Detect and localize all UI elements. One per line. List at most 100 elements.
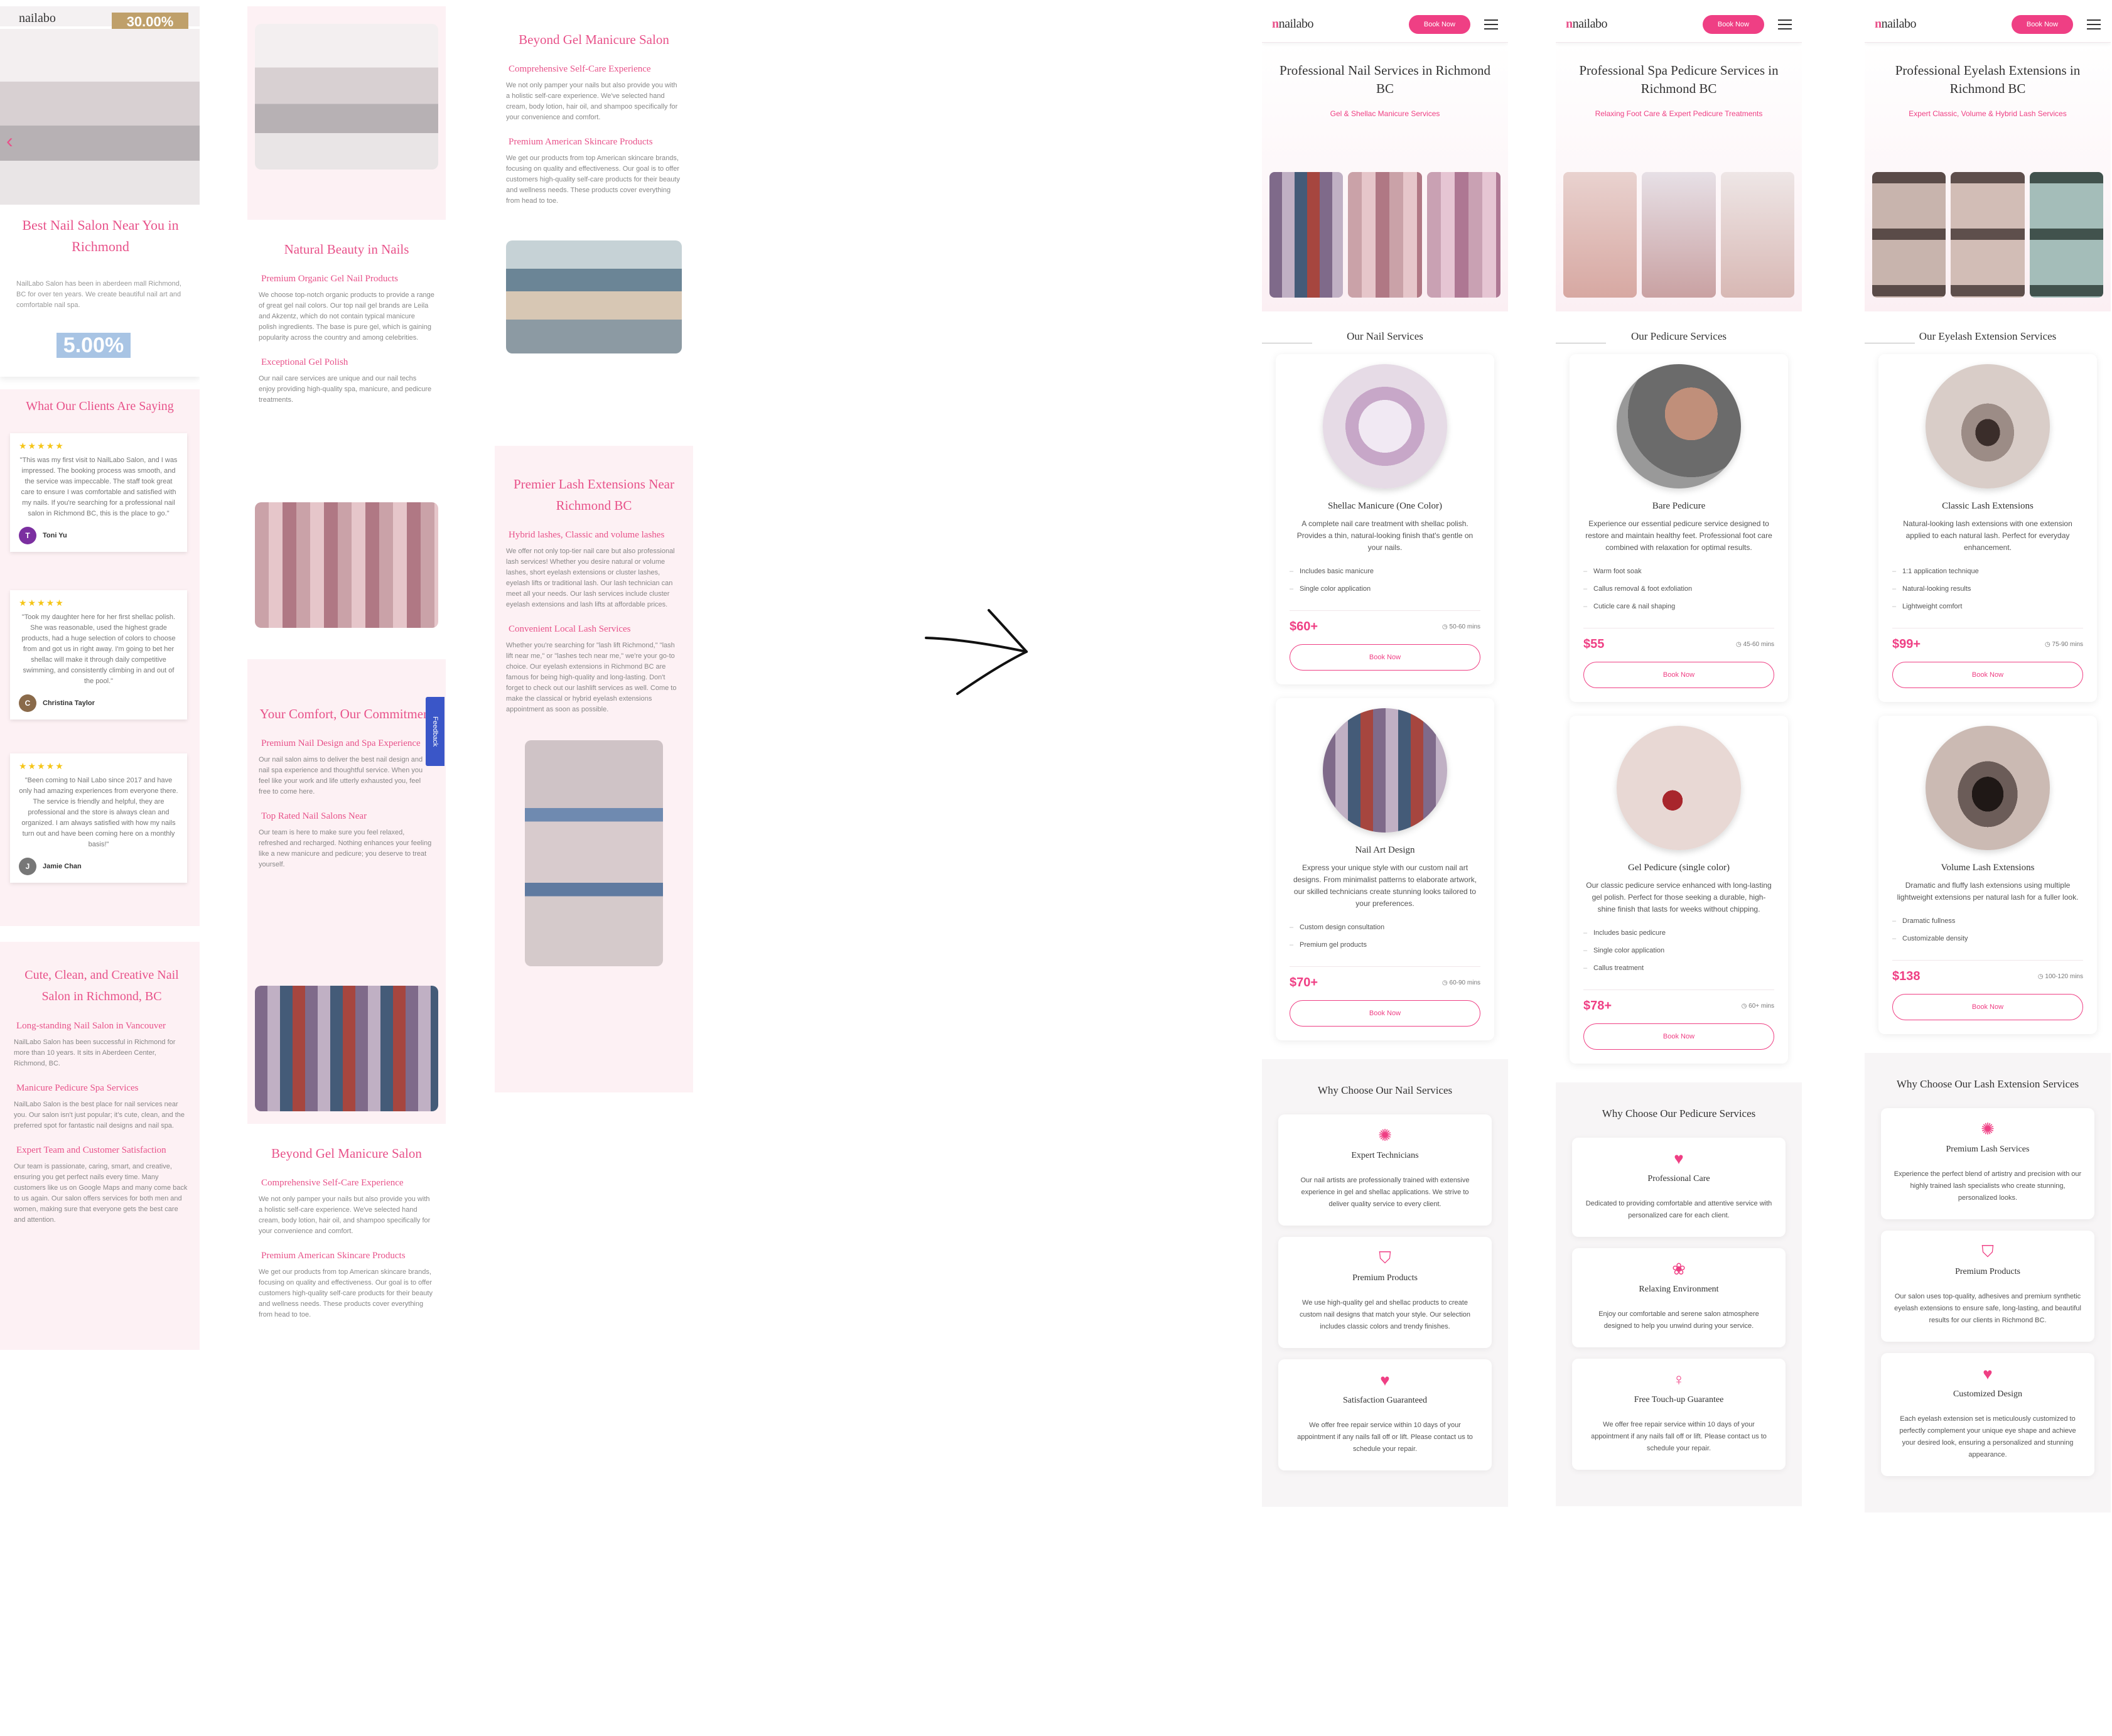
section-title: Your Comfort, Our Commitment — [259, 706, 434, 721]
block-text: Our nail salon aims to deliver the best … — [259, 756, 423, 795]
nail-colors-photo — [255, 502, 438, 628]
feature-item: Premium gel products — [1290, 936, 1480, 954]
gallery-photo[interactable] — [2029, 172, 2103, 298]
site-logo[interactable]: nnailabo — [1272, 17, 1409, 31]
book-now-button[interactable]: Book Now — [1892, 662, 2083, 688]
about-block: Manicure Pedicure Spa Services NailLabo … — [14, 1081, 190, 1131]
old-homepage-column-3: Beyond Gel Manicure Salon Comprehensive … — [495, 6, 693, 1092]
service-price: $70+ — [1290, 976, 1318, 989]
section-title: Our Eyelash Extension Services — [1865, 330, 2111, 343]
hero-section: Professional Nail Services in Richmond B… — [1262, 43, 1508, 311]
gallery-photo[interactable] — [1951, 172, 2025, 298]
feature-text: Dedicated to providing comfortable and a… — [1585, 1200, 1772, 1219]
clock-icon: ◷ — [1736, 641, 1743, 648]
book-now-button[interactable]: Book Now — [1583, 662, 1774, 688]
mobile-header: nnailabo Book Now — [1262, 6, 1508, 43]
service-description: A complete nail care treatment with shel… — [1296, 519, 1474, 552]
service-duration: ◷ 45-60 mins — [1736, 641, 1774, 648]
menu-icon[interactable] — [2087, 19, 2101, 30]
service-photo — [1323, 364, 1447, 488]
clock-icon: ◷ — [1741, 1003, 1749, 1010]
avatar: C — [19, 694, 36, 712]
block-text: We choose top-notch organic products to … — [259, 291, 434, 342]
testimonial-card: ★★★★★ "Been coming to Nail Labo since 20… — [10, 753, 187, 883]
service-card: Nail Art Design Express your unique styl… — [1276, 698, 1494, 1040]
feature-item: Lightweight comfort — [1892, 598, 2083, 615]
lash-photo — [525, 740, 663, 966]
old-homepage-column-1: nailabo 30.00% ‹ Best Nail Salon Near Yo… — [0, 6, 200, 1350]
service-photo — [1323, 708, 1447, 833]
feature-card: ♥ Customized Design Each eyelash extension… — [1881, 1353, 2094, 1476]
gallery-photo[interactable] — [1563, 172, 1637, 298]
testimonial-quote: "Been coming to Nail Labo since 2017 and… — [19, 777, 178, 848]
block-heading: Hybrid lashes, Classic and volume lashes — [509, 530, 665, 540]
beyond-gel-section: Beyond Gel Manicure Salon Comprehensive … — [495, 6, 693, 446]
reviewer-name: Toni Yu — [43, 532, 67, 539]
service-card: Bare Pedicure Experience our essential p… — [1570, 354, 1788, 702]
clock-icon: ◷ — [1442, 623, 1450, 630]
photo-gallery — [1269, 172, 1500, 298]
header-book-button[interactable]: Book Now — [1702, 14, 1764, 34]
gallery-photo[interactable] — [1642, 172, 1716, 298]
block-heading: Exceptional Gel Polish — [261, 357, 348, 367]
hero-section: Professional Spa Pedicure Services in Ri… — [1556, 43, 1802, 311]
logo-text: nailabo — [1572, 17, 1608, 31]
hero-section: nailabo 30.00% ‹ Best Nail Salon Near Yo… — [0, 6, 200, 377]
skincare-products-photo — [506, 240, 682, 353]
block-text: Our team is here to make sure you feel r… — [259, 829, 432, 868]
eyelash-services-mockup: nnailabo Book Now Professional Eyelash E… — [1865, 6, 2111, 1727]
service-card: Volume Lash Extensions Dramatic and fluf… — [1878, 716, 2097, 1034]
service-description: Express your unique style with our custo… — [1293, 863, 1477, 908]
site-logo[interactable]: nnailabo — [1875, 17, 2012, 31]
feature-text: Each eyelash extension set is meticulous… — [1899, 1415, 2076, 1458]
gallery-photo[interactable] — [1269, 172, 1344, 298]
site-logo[interactable]: nailabo — [19, 11, 56, 26]
book-now-button[interactable]: Book Now — [1583, 1023, 1774, 1050]
gallery-photo[interactable] — [1720, 172, 1794, 298]
book-now-button[interactable]: Book Now — [1290, 1000, 1480, 1027]
menu-icon[interactable] — [1778, 19, 1792, 30]
gallery-photo[interactable] — [1348, 172, 1422, 298]
testimonial-card: ★★★★★ "Took my daughter here for her fir… — [10, 590, 187, 720]
menu-icon[interactable] — [1484, 19, 1498, 30]
rating-stars: ★★★★★ — [19, 598, 65, 608]
service-photo — [1617, 364, 1741, 488]
header-book-button[interactable]: Book Now — [2011, 14, 2073, 34]
about-block: Long-standing Nail Salon in Vancouver Na… — [14, 1018, 190, 1069]
block-heading: Premium Organic Gel Nail Products — [261, 274, 399, 284]
comfort-section: Your Comfort, Our Commitment Premium Nai… — [247, 659, 446, 1124]
site-logo[interactable]: nnailabo — [1566, 17, 1703, 31]
reviewer-name: Christina Taylor — [43, 699, 95, 707]
testimonial-card: ★★★★★ "This was my first visit to NailLa… — [10, 433, 187, 552]
feature-title: Premium Products — [1955, 1267, 2020, 1276]
feature-item: Natural-looking results — [1892, 580, 2083, 598]
header-book-button[interactable]: Book Now — [1408, 14, 1470, 34]
block-heading: Convenient Local Lash Services — [509, 624, 631, 634]
feature-card: ⛉ Premium Products Our salon uses top-qual… — [1881, 1231, 2094, 1342]
feature-text: Our salon uses top-quality, adhesives an… — [1894, 1293, 2081, 1324]
section-title: Beyond Gel Manicure Salon — [519, 32, 669, 47]
hero-section: Professional Eyelash Extensions in Richm… — [1865, 43, 2111, 311]
chevron-left-icon[interactable]: ‹ — [6, 129, 13, 153]
about-title: Cute, Clean, and Creative Nail Salon in … — [24, 968, 179, 1003]
feature-item: Callus removal & foot exfoliation — [1583, 580, 1774, 598]
feature-title: Premium Products — [1352, 1273, 1418, 1283]
service-description: Experience our essential pedicure servic… — [1585, 519, 1772, 552]
book-now-button[interactable]: Book Now — [1290, 644, 1480, 671]
natural-beauty-section: Natural Beauty in Nails Premium Organic … — [247, 220, 446, 659]
reviewer-name: Jamie Chan — [43, 863, 82, 870]
block-text: We get our products from top American sk… — [506, 154, 680, 205]
gallery-photo[interactable] — [1872, 172, 1946, 298]
service-price: $78+ — [1583, 999, 1612, 1013]
page-title: Professional Spa Pedicure Services in Ri… — [1579, 63, 1779, 96]
block-text: NailLabo Salon has been successful in Ri… — [14, 1038, 176, 1067]
gallery-photo[interactable] — [1426, 172, 1500, 298]
feature-card: ✺ Expert Technicians Our nail artists are … — [1278, 1114, 1492, 1226]
feature-item: Callus treatment — [1583, 959, 1774, 977]
service-price: $138 — [1892, 969, 1921, 983]
lash-extensions-section: Premier Lash Extensions Near Richmond BC… — [495, 446, 693, 1092]
rating-stars: ★★★★★ — [19, 441, 65, 451]
book-now-button[interactable]: Book Now — [1892, 994, 2083, 1020]
service-price: $55 — [1583, 637, 1605, 651]
feedback-tab[interactable]: Feedback — [426, 697, 444, 766]
